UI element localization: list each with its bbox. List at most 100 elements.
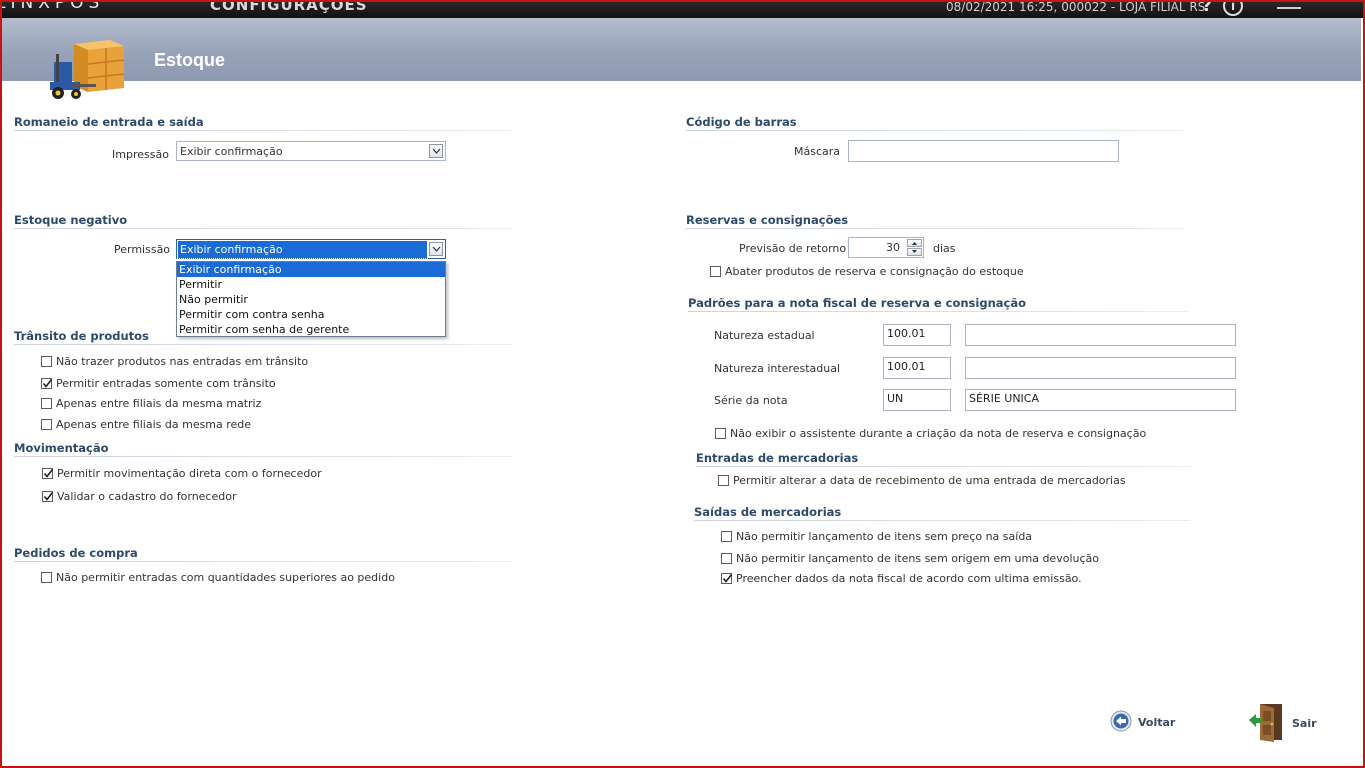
back-button[interactable]: Voltar <box>1110 710 1175 735</box>
section-title: Trânsito de produtos <box>14 329 149 343</box>
session-info: 08/02/2021 16:25, 000022 - LOJA FILIAL R… <box>946 0 1210 14</box>
checkmark-icon <box>43 492 54 501</box>
natureza-estadual-label: Natureza estadual <box>714 329 815 342</box>
stepper-up-icon[interactable] <box>907 239 922 247</box>
checkbox-box[interactable] <box>715 428 726 439</box>
checkbox-box[interactable] <box>41 378 53 389</box>
section-reservas: Reservas e consignações <box>686 213 1184 229</box>
dropdown-option[interactable]: Permitir com contra senha <box>177 307 445 322</box>
checkbox-label: Não permitir lançamento de itens sem ori… <box>736 552 1099 565</box>
section-divider <box>686 130 1184 131</box>
checkbox-label: Permitir movimentação direta com o forne… <box>57 467 322 480</box>
natureza-estadual-code[interactable]: 100.01 <box>883 324 951 346</box>
dropdown-option[interactable]: Exibir confirmação <box>177 262 445 277</box>
section-divider <box>686 228 1184 229</box>
dropdown-option[interactable]: Permitir <box>177 277 445 292</box>
checkbox-validar-fornecedor[interactable]: Validar o cadastro do fornecedor <box>42 490 237 503</box>
section-codigo-barras: Código de barras <box>686 115 1184 131</box>
checkbox-box[interactable] <box>42 491 54 502</box>
mascara-label: Máscara <box>794 145 841 158</box>
section-movimentacao: Movimentação <box>14 441 512 457</box>
checkbox-box[interactable] <box>41 572 52 583</box>
checkbox-label: Apenas entre filiais da mesma rede <box>56 418 252 431</box>
checkbox-box[interactable] <box>718 475 729 486</box>
permissao-value: Exibir confirmação <box>177 240 428 259</box>
checkbox-label: Validar o cadastro do fornecedor <box>57 490 237 503</box>
checkbox-label: Não permitir lançamento de itens sem pre… <box>736 530 1033 543</box>
exit-button[interactable]: Sair <box>1248 702 1317 745</box>
menu-icon[interactable] <box>1277 0 1301 9</box>
section-title: Padrões para a nota fiscal de reserva e … <box>688 296 1026 310</box>
previsao-unit: dias <box>933 242 956 255</box>
checkbox-mesma-rede[interactable]: Apenas entre filiais da mesma rede <box>41 418 251 431</box>
section-divider <box>688 311 1188 312</box>
permissao-dropdown-list: Exibir confirmação Permitir Não permitir… <box>176 261 446 337</box>
checkbox-box[interactable] <box>42 468 54 479</box>
help-icon[interactable]: ? <box>1202 0 1212 16</box>
checkbox-alterar-data-recebimento[interactable]: Permitir alterar a data de recebimento d… <box>718 474 1126 487</box>
checkbox-label: Não trazer produtos nas entradas em trân… <box>56 355 309 368</box>
checkbox-box[interactable] <box>710 266 721 277</box>
checkbox-abater-reserva[interactable]: Abater produtos de reserva e consignação… <box>710 265 1024 278</box>
stepper-down-icon[interactable] <box>907 248 922 256</box>
permissao-label: Permissão <box>114 243 171 256</box>
section-title: Saídas de mercadorias <box>694 505 842 519</box>
previsao-stepper[interactable]: 30 <box>848 237 924 258</box>
section-saidas: Saídas de mercadorias <box>694 505 1190 521</box>
exit-label: Sair <box>1292 717 1317 730</box>
checkbox-nao-exibir-assistente[interactable]: Não exibir o assistente durante a criaçã… <box>715 427 1146 440</box>
natureza-interestadual-desc[interactable] <box>965 357 1236 379</box>
natureza-interestadual-label: Natureza interestadual <box>714 362 841 375</box>
section-estoque-negativo: Estoque negativo <box>14 213 512 229</box>
natureza-interestadual-code[interactable]: 100.01 <box>883 357 951 379</box>
impressao-value: Exibir confirmação <box>180 145 283 158</box>
checkbox-nao-trazer-transito[interactable]: Não trazer produtos nas entradas em trân… <box>41 355 308 368</box>
serie-desc[interactable]: SÉRIE UNICA <box>965 389 1236 411</box>
dropdown-option[interactable]: Não permitir <box>177 292 445 307</box>
natureza-estadual-desc[interactable] <box>965 324 1236 346</box>
checkbox-preencher-ultima-emissao[interactable]: Preencher dados da nota fiscal de acordo… <box>721 572 1082 585</box>
checkbox-box[interactable] <box>721 573 733 584</box>
serie-code[interactable]: UN <box>883 389 951 411</box>
checkbox-somente-transito[interactable]: Permitir entradas somente com trânsito <box>41 377 276 390</box>
chevron-down-icon[interactable] <box>429 242 443 256</box>
checkbox-sem-origem-devolucao[interactable]: Não permitir lançamento de itens sem ori… <box>721 552 1099 565</box>
checkbox-sem-preco[interactable]: Não permitir lançamento de itens sem pre… <box>721 530 1032 543</box>
section-title: Movimentação <box>14 441 109 455</box>
checkmark-icon <box>43 469 54 478</box>
checkbox-box[interactable] <box>41 398 52 409</box>
checkbox-movimentacao-direta[interactable]: Permitir movimentação direta com o forne… <box>42 467 322 480</box>
checkbox-quantidades-superiores[interactable]: Não permitir entradas com quantidades su… <box>41 571 395 584</box>
checkbox-label: Abater produtos de reserva e consignação… <box>725 265 1024 278</box>
section-romaneio: Romaneio de entrada e saída <box>14 115 512 131</box>
chevron-down-icon[interactable] <box>429 144 443 158</box>
info-icon[interactable]: i <box>1223 0 1243 16</box>
checkbox-label: Permitir alterar a data de recebimento d… <box>733 474 1126 487</box>
top-bar: LINXPOS CONFIGURAÇÕES 08/02/2021 16:25, … <box>0 0 1365 18</box>
app-title: CONFIGURAÇÕES <box>210 0 368 14</box>
section-title: Pedidos de compra <box>14 546 138 560</box>
checkbox-box[interactable] <box>41 419 52 430</box>
section-title: Estoque negativo <box>14 213 128 227</box>
checkbox-box[interactable] <box>721 553 732 564</box>
dropdown-option[interactable]: Permitir com senha de gerente <box>177 322 445 337</box>
checkbox-box[interactable] <box>721 531 732 542</box>
section-padroes-nota: Padrões para a nota fiscal de reserva e … <box>688 296 1188 312</box>
checkbox-label: Não permitir entradas com quantidades su… <box>56 571 395 584</box>
previsao-value: 30 <box>886 241 900 254</box>
mascara-input[interactable] <box>848 140 1119 162</box>
section-divider <box>14 130 512 131</box>
section-divider <box>14 344 512 345</box>
previsao-label: Previsão de retorno <box>739 242 847 255</box>
permissao-select[interactable]: Exibir confirmação <box>176 239 446 259</box>
section-divider <box>14 456 512 457</box>
impressao-select[interactable]: Exibir confirmação <box>176 141 446 161</box>
page-title: Estoque <box>154 50 226 70</box>
checkbox-box[interactable] <box>41 356 52 367</box>
arrow-left-circle-icon <box>1110 710 1132 735</box>
section-title: Código de barras <box>686 115 797 129</box>
checkbox-mesma-matriz[interactable]: Apenas entre filiais da mesma matriz <box>41 397 261 410</box>
section-title: Romaneio de entrada e saída <box>14 115 204 129</box>
brand-logo: LINXPOS <box>0 0 105 13</box>
checkbox-label: Não exibir o assistente durante a criaçã… <box>730 427 1147 440</box>
